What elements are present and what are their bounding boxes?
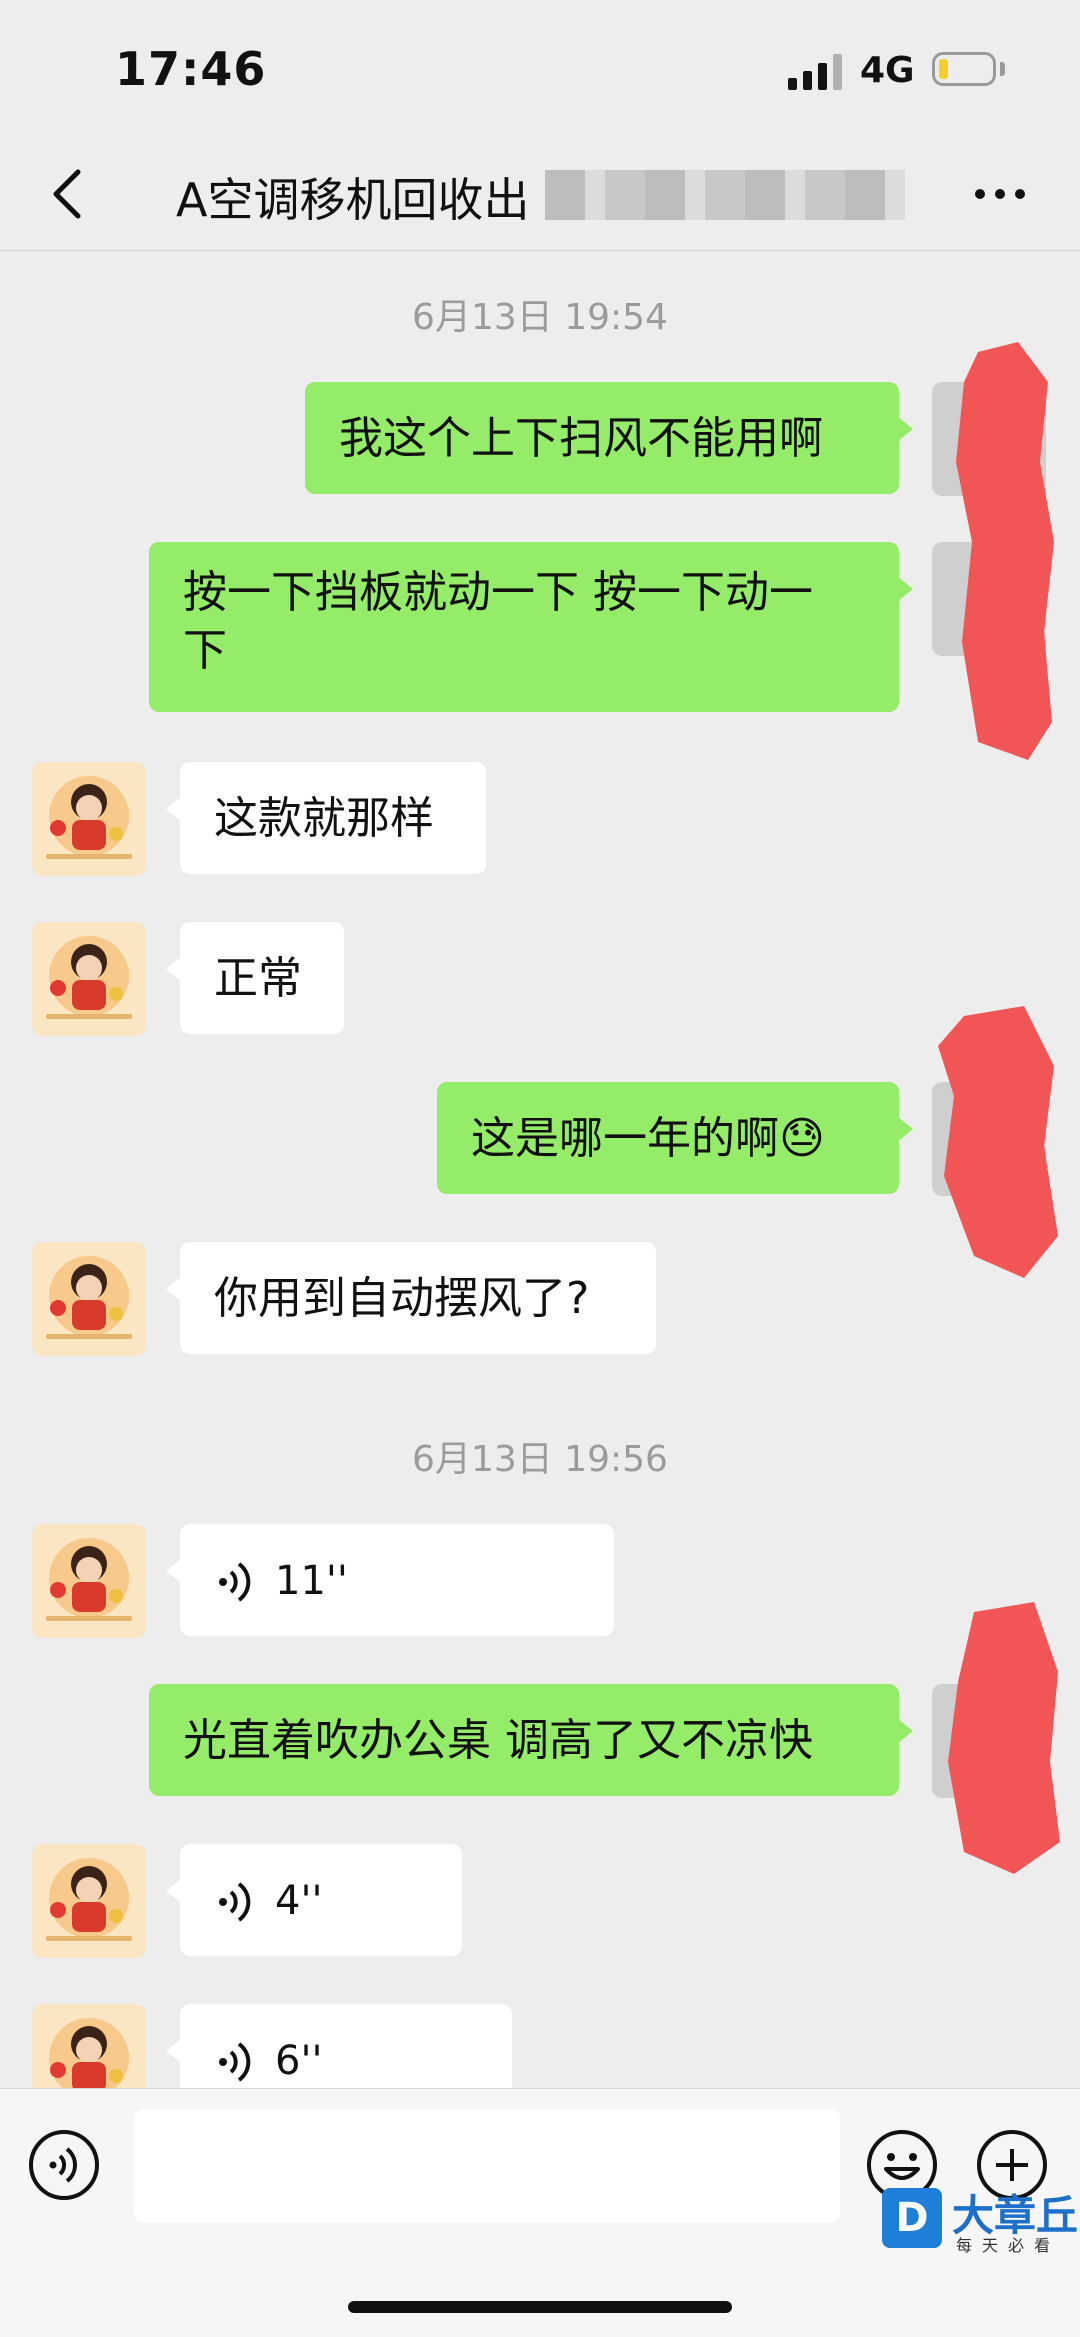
message-bubble-sent[interactable]: 我这个上下扫风不能用啊 bbox=[305, 382, 913, 494]
site-watermark: D 大章丘 每天必看 bbox=[882, 2180, 1080, 2336]
contact-avatar[interactable] bbox=[32, 1242, 146, 1356]
voice-duration: 4'' bbox=[275, 1878, 323, 1924]
contact-avatar[interactable] bbox=[32, 762, 146, 876]
message-text: 下 bbox=[183, 625, 227, 676]
redaction-scribble bbox=[956, 342, 1054, 760]
message-bubble-received[interactable]: 你用到自动摆风了? bbox=[166, 1242, 656, 1354]
network-type: 4G bbox=[860, 50, 915, 91]
status-bar: 17:46 4G bbox=[0, 0, 1080, 140]
title-redaction bbox=[545, 170, 905, 220]
message-text: 正常 bbox=[214, 953, 302, 1004]
watermark-logo: D bbox=[882, 2188, 942, 2248]
voice-message[interactable]: 4'' bbox=[166, 1844, 462, 1956]
redaction-scribble bbox=[938, 1006, 1058, 1278]
back-icon[interactable] bbox=[42, 164, 98, 224]
more-icon[interactable] bbox=[972, 182, 1028, 206]
chat-header: A空调移机回收出 bbox=[0, 140, 1080, 251]
message-text: 光直着吹办公桌 调高了又不凉快 bbox=[183, 1715, 813, 1766]
contact-avatar[interactable] bbox=[32, 1524, 146, 1638]
contact-avatar[interactable] bbox=[32, 2004, 146, 2088]
voice-message[interactable]: 11'' bbox=[166, 1524, 614, 1636]
message-text: 你用到自动摆风了? bbox=[214, 1273, 590, 1324]
watermark-tagline: 每天必看 bbox=[956, 2236, 1061, 2255]
message-bubble-sent[interactable]: 这是哪一年的啊😓 bbox=[437, 1082, 913, 1194]
message-list[interactable]: 6月13日 19:54 我这个上下扫风不能用啊 按一下挡板就动一下 按一下动一 … bbox=[0, 250, 1080, 2088]
home-indicator[interactable] bbox=[348, 2301, 732, 2313]
timestamp: 6月13日 19:54 bbox=[412, 297, 668, 338]
voice-duration: 11'' bbox=[275, 1558, 348, 1604]
message-bubble-sent[interactable]: 光直着吹办公桌 调高了又不凉快 bbox=[149, 1684, 913, 1796]
message-bubble-sent[interactable]: 按一下挡板就动一下 按一下动一 下 bbox=[149, 542, 913, 712]
voice-icon bbox=[219, 2042, 251, 2082]
message-text: 这是哪一年的啊 bbox=[471, 1113, 779, 1164]
signal-icon bbox=[788, 54, 842, 90]
contact-avatar[interactable] bbox=[32, 922, 146, 1036]
voice-icon bbox=[219, 1882, 251, 1922]
sweat-emoji: 😓 bbox=[779, 1113, 825, 1164]
message-text: 这款就那样 bbox=[214, 793, 434, 844]
battery-tip bbox=[1000, 62, 1005, 76]
voice-message[interactable]: 6'' bbox=[166, 2004, 512, 2088]
redaction-scribble bbox=[948, 1602, 1060, 1874]
timestamp: 6月13日 19:56 bbox=[412, 1439, 668, 1480]
message-input[interactable] bbox=[134, 2109, 840, 2223]
voice-duration: 6'' bbox=[275, 2038, 323, 2084]
message-bubble-received[interactable]: 正常 bbox=[166, 922, 344, 1034]
battery-icon bbox=[932, 52, 996, 86]
message-text: 我这个上下扫风不能用啊 bbox=[339, 413, 823, 464]
message-bubble-received[interactable]: 这款就那样 bbox=[166, 762, 486, 874]
contact-avatar[interactable] bbox=[32, 1844, 146, 1958]
chat-title: A空调移机回收出 bbox=[176, 173, 530, 227]
voice-icon bbox=[219, 1562, 251, 1602]
message-text: 按一下挡板就动一下 按一下动一 bbox=[183, 567, 813, 618]
voice-input-icon[interactable] bbox=[28, 2129, 100, 2201]
status-time: 17:46 bbox=[115, 42, 267, 96]
